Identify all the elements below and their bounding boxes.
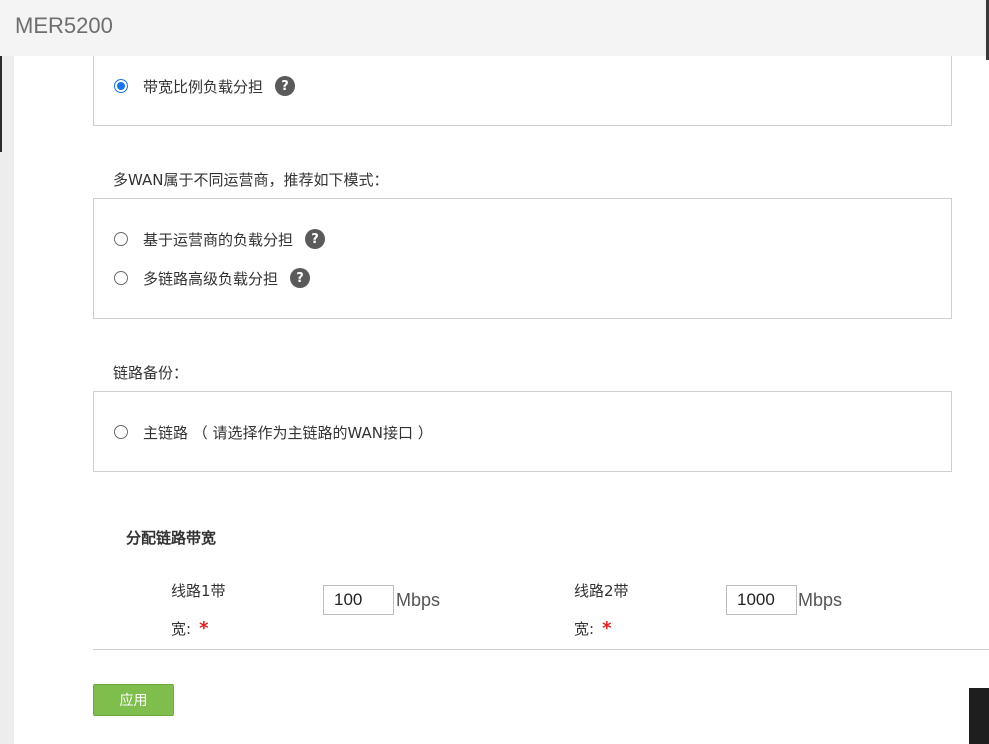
line2-label-row-2: 宽: *	[574, 610, 664, 648]
help-icon[interactable]: ?	[305, 229, 326, 249]
line1-label-text-1: 线路1带	[171, 582, 226, 600]
option-label: 主链路 （ 请选择作为主链路的WAN接口 ）	[143, 423, 433, 442]
line1-label-row-2: 宽: *	[171, 610, 261, 648]
app-title: MER5200	[15, 13, 113, 38]
line1-label-text-2: 宽:	[171, 620, 192, 638]
option-label: 基于运营商的负载分担	[143, 230, 294, 249]
bandwidth-title: 分配链路带宽	[126, 529, 217, 547]
line2-bandwidth-input[interactable]	[726, 585, 797, 615]
apply-button[interactable]: 应用	[93, 684, 174, 716]
option-bandwidth-ratio[interactable]: 带宽比例负载分担 ?	[114, 75, 296, 97]
multi-isp-label: 多WAN属于不同运营商，推荐如下模式：	[113, 171, 389, 189]
line2-label-text-2: 宽:	[574, 620, 595, 638]
backup-label: 链路备份：	[113, 364, 189, 382]
help-icon[interactable]: ?	[290, 268, 311, 288]
line1-unit: Mbps	[396, 590, 441, 610]
line1-label: 线路1带 宽: *	[171, 572, 261, 648]
line2-label-text-1: 线路2带	[574, 582, 629, 600]
option-label: 多链路高级负载分担	[143, 269, 279, 288]
window-corner	[969, 688, 989, 744]
help-icon[interactable]: ?	[275, 76, 296, 96]
title-bar: MER5200	[0, 0, 989, 56]
window-edge-left	[0, 56, 2, 152]
radio-isp-load-balance[interactable]	[114, 232, 128, 246]
option-primary-link[interactable]: 主链路 （ 请选择作为主链路的WAN接口 ）	[114, 421, 433, 443]
divider	[93, 649, 989, 650]
radio-advanced-load-balance[interactable]	[114, 271, 128, 285]
left-gutter	[0, 56, 14, 744]
line2-unit: Mbps	[798, 590, 843, 610]
option-advanced-load-balance[interactable]: 多链路高级负载分担 ?	[114, 267, 311, 289]
line1-bandwidth-input[interactable]	[323, 585, 394, 615]
radio-primary-link[interactable]	[114, 425, 128, 439]
line2-label: 线路2带 宽: *	[574, 572, 664, 648]
option-label: 带宽比例负载分担	[143, 77, 264, 96]
radio-bandwidth-ratio[interactable]	[114, 79, 128, 93]
required-mark: *	[602, 618, 612, 639]
required-mark: *	[199, 618, 209, 639]
multi-isp-box	[93, 198, 952, 319]
option-isp-load-balance[interactable]: 基于运营商的负载分担 ?	[114, 228, 326, 250]
